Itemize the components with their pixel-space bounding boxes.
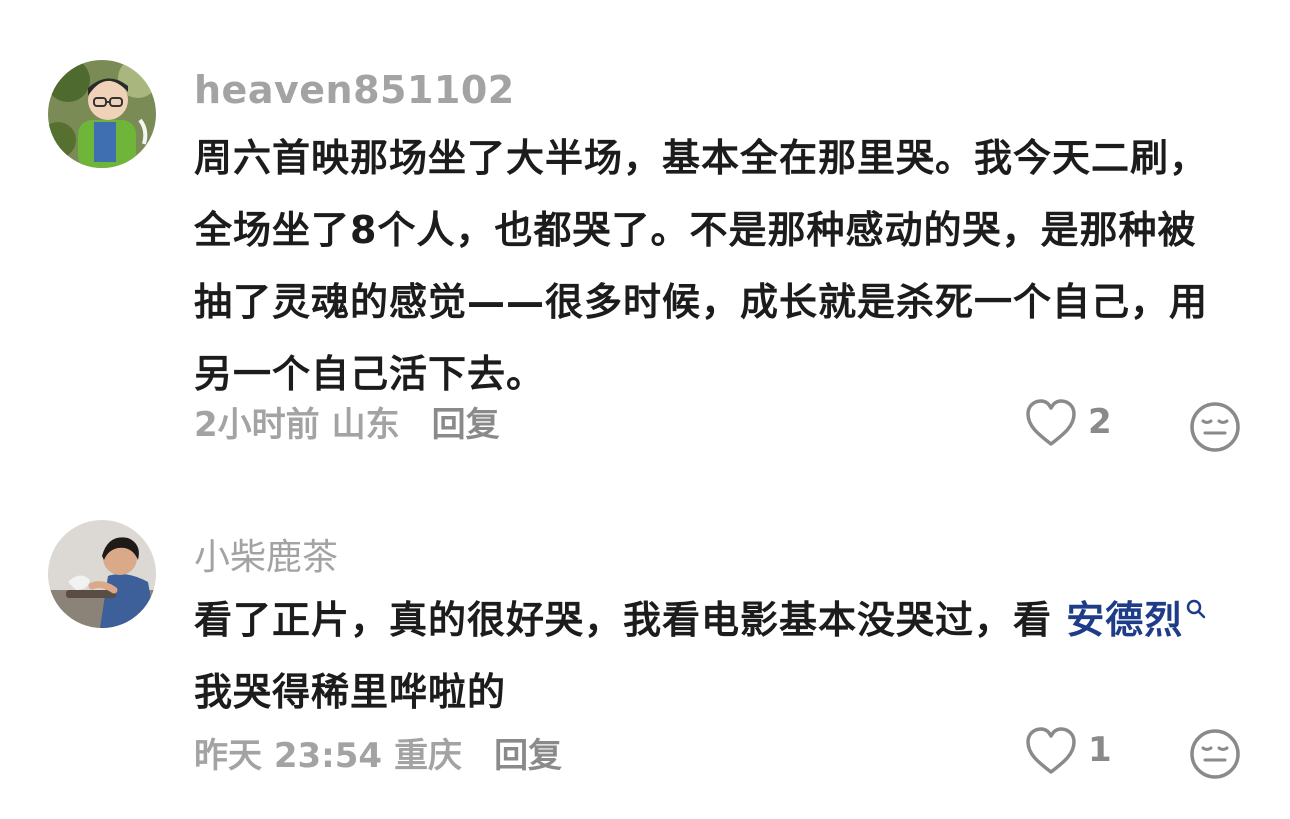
heart-outline-icon bbox=[1026, 399, 1076, 446]
like-button[interactable]: 2 bbox=[1024, 396, 1134, 452]
dislike-button[interactable] bbox=[1188, 727, 1242, 781]
heart-outline-icon bbox=[1026, 727, 1076, 774]
mention-link[interactable]: 安德烈 bbox=[1066, 598, 1183, 642]
comment-time: 昨天 23:54 bbox=[194, 736, 383, 776]
comment-text: 周六首映那场坐了大半场，基本全在那里哭。我今天二刷，全场坐了8个人，也都哭了。不… bbox=[194, 136, 1209, 396]
username[interactable]: heaven851102 bbox=[194, 68, 515, 112]
comment-time: 2小时前 bbox=[194, 405, 320, 445]
like-count: 2 bbox=[1088, 402, 1112, 442]
search-icon[interactable] bbox=[1185, 598, 1207, 620]
young-man-portrait-avatar-icon bbox=[48, 520, 156, 628]
user-avatar[interactable] bbox=[48, 60, 156, 168]
meh-face-icon bbox=[1190, 729, 1240, 779]
reply-button[interactable]: 回复 bbox=[494, 728, 562, 777]
comment-location: 山东 bbox=[331, 405, 400, 445]
meh-face-icon bbox=[1190, 402, 1240, 452]
username[interactable]: 小柴鹿茶 bbox=[194, 528, 338, 580]
like-count: 1 bbox=[1088, 730, 1112, 770]
user-avatar[interactable] bbox=[48, 520, 156, 628]
comment-location: 重庆 bbox=[394, 736, 463, 776]
comment-meta: 昨天 23:54 重庆 回复 bbox=[194, 728, 562, 777]
boy-portrait-avatar-icon bbox=[48, 60, 156, 168]
comment-text: 看了正片，真的很好哭，我看电影基本没哭过，看 安德烈我哭得稀里哗啦的 bbox=[194, 584, 1234, 728]
dislike-button[interactable] bbox=[1188, 400, 1242, 454]
like-button[interactable]: 1 bbox=[1024, 724, 1134, 780]
comment-meta: 2小时前 山东 回复 bbox=[194, 397, 500, 446]
comment-text-after: 我哭得稀里哗啦的 bbox=[194, 670, 507, 714]
reply-button[interactable]: 回复 bbox=[432, 397, 500, 446]
comment-text-before: 看了正片，真的很好哭，我看电影基本没哭过，看 bbox=[194, 598, 1067, 642]
